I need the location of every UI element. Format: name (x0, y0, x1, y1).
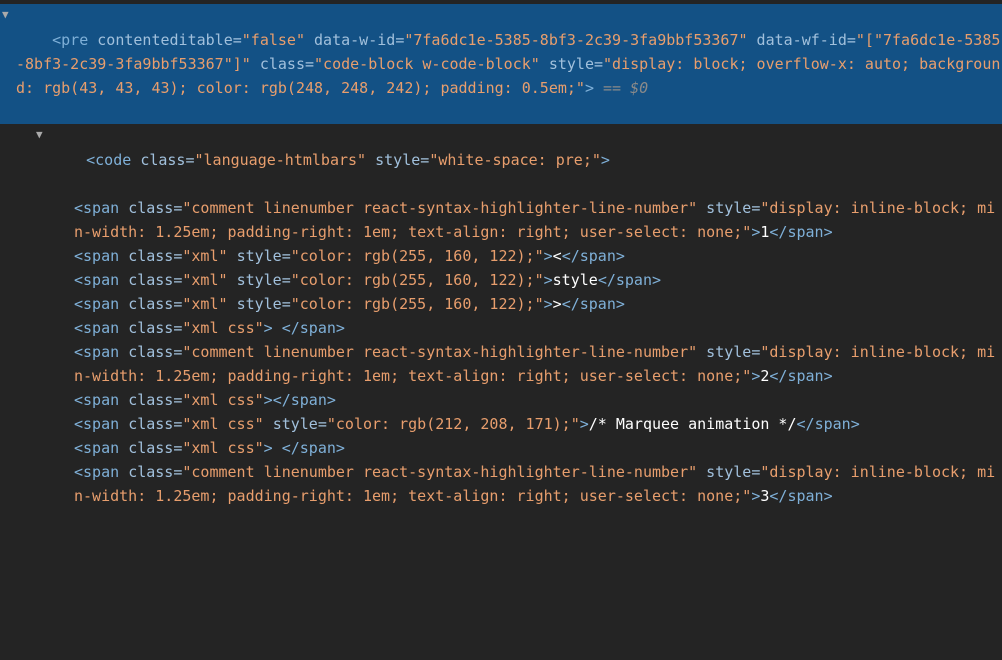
attr-value: "code-block w-code-block" (314, 55, 540, 73)
attr-value: "comment linenumber react-syntax-highlig… (182, 463, 697, 481)
attr-name: class (128, 415, 173, 433)
attr-name: style (237, 295, 282, 313)
dom-node-span[interactable]: <span class="xml" style="color: rgb(255,… (0, 244, 1002, 268)
attr-value: "xml" (182, 295, 227, 313)
attr-name: style (273, 415, 318, 433)
selected-indicator: == $0 (594, 79, 648, 97)
attr-name: class (128, 295, 173, 313)
attr-value: "xml css" (182, 391, 263, 409)
dom-node-span[interactable]: <span class="xml css"> </span> (0, 316, 1002, 340)
attr-name: data-w-id (314, 31, 395, 49)
dom-node-span[interactable]: <span class="comment linenumber react-sy… (0, 460, 1002, 508)
text-content (273, 439, 282, 457)
attr-value: "color: rgb(212, 208, 171);" (327, 415, 580, 433)
dom-node-span[interactable]: <span class="comment linenumber react-sy… (0, 196, 1002, 244)
attr-value: "xml css" (182, 415, 263, 433)
tag-name: span (83, 439, 119, 457)
dom-node-span[interactable]: <span class="comment linenumber react-sy… (0, 340, 1002, 388)
attr-value: "color: rgb(255, 160, 122);" (291, 295, 544, 313)
attr-value: "false" (242, 31, 305, 49)
tag-name: pre (61, 31, 88, 49)
attr-value: "comment linenumber react-syntax-highlig… (182, 343, 697, 361)
attr-value: "color: rgb(255, 160, 122);" (291, 271, 544, 289)
tag-close-brace: > (585, 79, 594, 97)
dom-node-span[interactable]: <span class="xml" style="color: rgb(255,… (0, 292, 1002, 316)
tag-name: span (83, 295, 119, 313)
text-content: > (553, 295, 562, 313)
expand-arrow-icon[interactable]: ▼ (2, 6, 9, 24)
dom-node-span[interactable]: <span class="xml css"> </span> (0, 436, 1002, 460)
attr-name: class (128, 343, 173, 361)
attr-name: class (128, 391, 173, 409)
attr-name: class (128, 271, 173, 289)
attr-name: style (549, 55, 594, 73)
attr-name: style (706, 343, 751, 361)
tag-name: span (83, 271, 119, 289)
attr-value: "comment linenumber react-syntax-highlig… (182, 199, 697, 217)
tag-name: code (95, 151, 131, 169)
attr-value: "language-htmlbars" (195, 151, 367, 169)
tag-name: span (83, 343, 119, 361)
attr-value: "color: rgb(255, 160, 122);" (291, 247, 544, 265)
attr-name: style (237, 247, 282, 265)
tag-name: span (83, 247, 119, 265)
attr-name: class (128, 319, 173, 337)
text-content: /* Marquee animation */ (589, 415, 797, 433)
tag-name: span (83, 415, 119, 433)
attr-name: class (128, 247, 173, 265)
attr-name: style (706, 199, 751, 217)
attr-name: class (140, 151, 185, 169)
dom-node-span[interactable]: <span class="xml css" style="color: rgb(… (0, 412, 1002, 436)
tag-name: span (83, 463, 119, 481)
attr-value: "xml css" (182, 439, 263, 457)
attr-value: "xml css" (182, 319, 263, 337)
attr-name: contenteditable (97, 31, 232, 49)
tag-name: span (83, 319, 119, 337)
expand-arrow-icon[interactable]: ▼ (36, 126, 43, 144)
tag-name: span (83, 391, 119, 409)
text-content (273, 319, 282, 337)
dom-node-span[interactable]: <span class="xml css"></span> (0, 388, 1002, 412)
dom-node-span[interactable]: <span class="xml" style="color: rgb(255,… (0, 268, 1002, 292)
attr-name: class (128, 463, 173, 481)
attr-name: style (237, 271, 282, 289)
attr-value: "xml" (182, 271, 227, 289)
tag-name: span (83, 199, 119, 217)
devtools-elements-panel: ▼<pre contenteditable="false" data-w-id=… (0, 0, 1002, 512)
dom-node-pre[interactable]: ▼<pre contenteditable="false" data-w-id=… (0, 4, 1002, 124)
attr-name: class (128, 439, 173, 457)
attr-name: class (260, 55, 305, 73)
attr-name: class (128, 199, 173, 217)
tag-open-brace: < (52, 31, 61, 49)
attr-value: "xml" (182, 247, 227, 265)
attr-name: style (706, 463, 751, 481)
attr-name: data-wf-id (757, 31, 847, 49)
text-content: style (553, 271, 598, 289)
attr-value: "white-space: pre;" (429, 151, 601, 169)
attr-name: style (375, 151, 420, 169)
text-content: < (553, 247, 562, 265)
attr-value: "7fa6dc1e-5385-8bf3-2c39-3fa9bbf53367" (404, 31, 747, 49)
dom-node-code[interactable]: ▼<code class="language-htmlbars" style="… (0, 124, 1002, 196)
